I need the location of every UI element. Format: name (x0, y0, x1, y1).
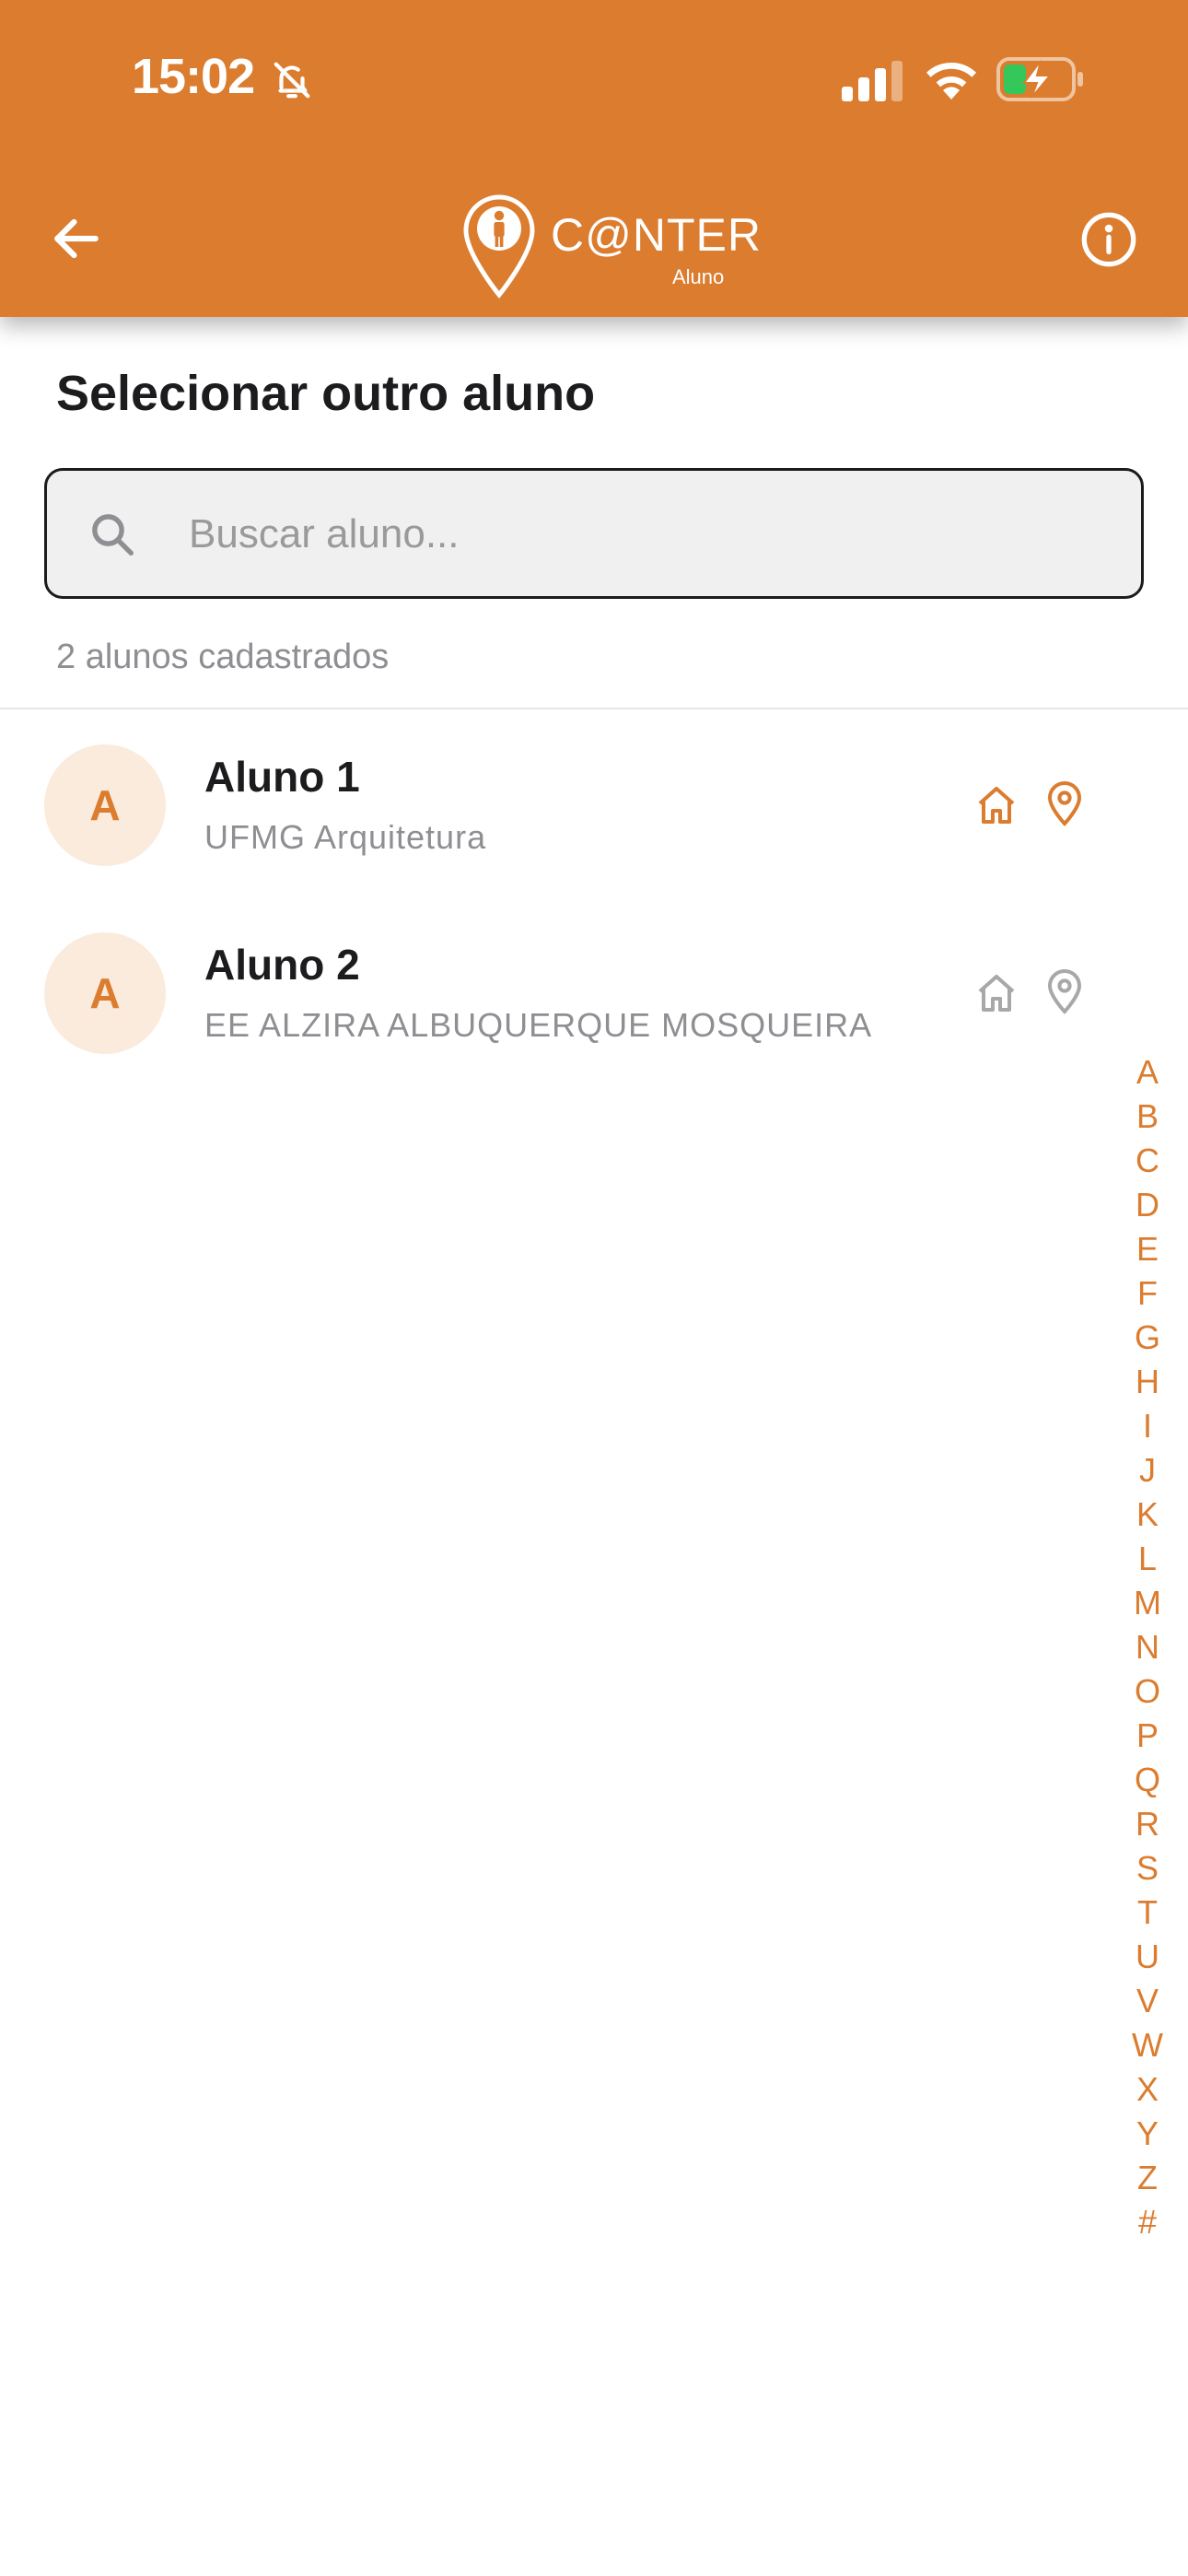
alphabet-index: A B C D E F G H I J K L M N O P Q R S T U V W X Y Z # (1120, 1050, 1175, 2244)
avatar: A (44, 744, 166, 866)
alphabet-index-letter[interactable]: U (1136, 1935, 1159, 1979)
student-name: Aluno 1 (204, 753, 360, 801)
alphabet-index-letter[interactable]: L (1138, 1537, 1157, 1581)
student-list: A Aluno 1 UFMG Arquitetura A Aluno 2 EE … (0, 737, 1188, 1113)
app-header: 15:02 C@NTER Aluno (0, 0, 1188, 317)
search-box[interactable] (44, 468, 1144, 599)
alphabet-index-letter[interactable]: O (1135, 1669, 1160, 1714)
divider (0, 708, 1188, 709)
list-item[interactable]: A Aluno 1 UFMG Arquitetura (0, 737, 1188, 925)
back-arrow-icon[interactable] (48, 210, 105, 267)
location-pin-icon[interactable] (1042, 779, 1087, 827)
student-school: UFMG Arquitetura (204, 818, 487, 856)
alphabet-index-letter[interactable]: F (1137, 1271, 1158, 1316)
alphabet-index-letter[interactable]: R (1136, 1802, 1159, 1846)
alphabet-index-letter[interactable]: X (1136, 2067, 1159, 2112)
home-icon[interactable] (974, 971, 1019, 1015)
student-school: EE ALZIRA ALBUQUERQUE MOSQUEIRA (204, 1006, 873, 1044)
home-icon[interactable] (974, 783, 1019, 827)
alphabet-index-letter[interactable]: Q (1135, 1758, 1160, 1802)
alphabet-index-letter[interactable]: K (1136, 1493, 1159, 1537)
alphabet-index-letter[interactable]: W (1132, 2023, 1163, 2067)
logo-subtitle: Aluno (672, 265, 725, 288)
alphabet-index-letter[interactable]: Y (1136, 2112, 1159, 2156)
avatar: A (44, 932, 166, 1054)
alphabet-index-letter[interactable]: A (1136, 1050, 1159, 1095)
alphabet-index-letter[interactable]: # (1138, 2200, 1157, 2244)
battery-charging-icon (996, 57, 1083, 101)
alphabet-index-letter[interactable]: V (1136, 1979, 1159, 2023)
wifi-icon (926, 62, 976, 100)
cellular-signal-icon (842, 61, 903, 101)
info-icon[interactable] (1079, 210, 1138, 269)
logo-pin-icon (463, 194, 535, 299)
alphabet-index-letter[interactable]: T (1137, 1891, 1158, 1935)
search-icon (92, 514, 134, 556)
logo-text: C@NTER (551, 209, 762, 261)
search-input[interactable] (187, 493, 1108, 576)
list-item[interactable]: A Aluno 2 EE ALZIRA ALBUQUERQUE MOSQUEIR… (0, 925, 1188, 1113)
alphabet-index-letter[interactable]: Z (1137, 2156, 1158, 2200)
status-time: 15:02 (132, 49, 255, 104)
student-count: 2 alunos cadastrados (56, 638, 390, 676)
alphabet-index-letter[interactable]: E (1136, 1227, 1159, 1271)
bell-muted-icon (274, 62, 310, 99)
alphabet-index-letter[interactable]: M (1134, 1581, 1161, 1625)
alphabet-index-letter[interactable]: H (1136, 1360, 1159, 1404)
alphabet-index-letter[interactable]: B (1136, 1095, 1159, 1139)
alphabet-index-letter[interactable]: C (1136, 1139, 1159, 1183)
alphabet-index-letter[interactable]: N (1136, 1625, 1159, 1669)
app-logo: C@NTER Aluno (460, 192, 761, 302)
alphabet-index-letter[interactable]: I (1143, 1404, 1152, 1448)
location-pin-icon[interactable] (1042, 967, 1087, 1015)
alphabet-index-letter[interactable]: S (1136, 1846, 1159, 1891)
alphabet-index-letter[interactable]: J (1139, 1448, 1156, 1493)
alphabet-index-letter[interactable]: G (1135, 1316, 1160, 1360)
student-name: Aluno 2 (204, 941, 360, 989)
page-title: Selecionar outro aluno (56, 366, 596, 421)
alphabet-index-letter[interactable]: P (1136, 1714, 1159, 1758)
alphabet-index-letter[interactable]: D (1136, 1183, 1159, 1227)
